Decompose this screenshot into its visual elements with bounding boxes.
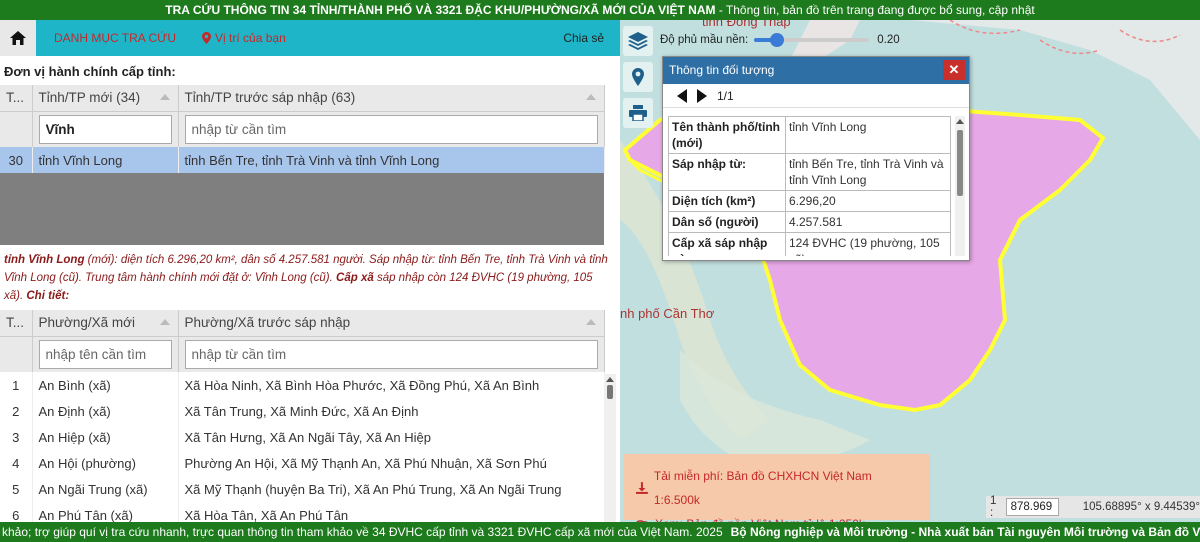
province-section-title: Đơn vị hành chính cấp tỉnh:: [4, 64, 176, 79]
column-header-old-commune[interactable]: Phường/Xã trước sáp nhập: [178, 310, 605, 337]
footer-credit: Bộ Nông nghiệp và Môi trường - Nhà xuất …: [730, 525, 1200, 539]
opacity-control: Độ phủ mầu nền: 0.20: [660, 30, 910, 50]
map-label-can-tho: nh phố Cần Thơ: [620, 306, 715, 321]
table-row[interactable]: 5 An Ngãi Trung (xã) Xã Mỹ Thạnh (huyện Ba…: [0, 476, 605, 502]
popup-title: Thông tin đối tượng: [669, 63, 775, 77]
popup-pager: 1/1: [663, 84, 969, 108]
next-arrow-icon[interactable]: [697, 88, 707, 103]
province-table: T... Tỉnh/TP mới (34) Tỉnh/TP trước sáp …: [0, 85, 605, 173]
sort-icon: [585, 94, 596, 100]
popup-scrollbar[interactable]: [955, 116, 965, 256]
row-new-province: tỉnh Vĩnh Long: [32, 147, 179, 173]
province-table-header: T... Tỉnh/TP mới (34) Tỉnh/TP trước sáp …: [0, 85, 605, 112]
prev-arrow-icon[interactable]: [677, 88, 687, 103]
old-commune-filter-input[interactable]: [184, 339, 598, 369]
popup-page-indicator: 1/1: [717, 88, 734, 103]
close-button[interactable]: ✕: [943, 60, 965, 80]
opacity-slider[interactable]: [754, 33, 870, 47]
scale-prefix: 1 :: [990, 495, 997, 519]
column-header-old-province[interactable]: Tỉnh/TP trước sáp nhập (63): [178, 85, 605, 112]
page-footer: khảo; trợ giúp quí vị tra cứu nhanh, trự…: [0, 522, 1200, 542]
map-pin-icon: [202, 32, 212, 44]
new-commune-filter-input[interactable]: [38, 339, 172, 369]
sort-icon: [585, 319, 596, 325]
opacity-value: 0.20: [877, 34, 900, 46]
table-row[interactable]: 3 An Hiệp (xã) Xã Tân Hưng, Xã An Ngãi Tây…: [0, 424, 605, 450]
column-header-new-province[interactable]: Tỉnh/TP mới (34): [32, 85, 179, 112]
sort-icon: [159, 94, 170, 100]
layers-icon: [628, 32, 648, 50]
attribute-row: Diện tích (km²) 6.296,20: [668, 190, 951, 212]
download-link[interactable]: Tải miễn phí: Bản đồ CHXHCN Việt Nam 1:6…: [636, 464, 918, 512]
page-header: TRA CỨU THÔNG TIN 34 TỈNH/THÀNH PHỐ VÀ 3…: [0, 0, 1200, 20]
layers-button[interactable]: [623, 26, 653, 56]
coordinates-readout: 105.68895° x 9.44539°: [1082, 501, 1200, 513]
province-description: tỉnh Vĩnh Long (mới): diện tích 6.296,20…: [4, 254, 608, 302]
locate-button[interactable]: [623, 62, 653, 92]
table-row[interactable]: 2 An Định (xã) Xã Tân Trung, Xã Minh Đức, …: [0, 398, 605, 424]
attribute-row: Cấp xã sáp nhập còn:124 ĐVHC (19 phường,…: [668, 232, 951, 256]
attribute-row: Dân số (người) 4.257.581: [668, 211, 951, 233]
detail-link[interactable]: Chi tiết: [26, 290, 65, 302]
popup-header: Thông tin đối tượng ✕: [663, 57, 969, 84]
download-icon: [636, 482, 648, 494]
table-row[interactable]: 6 An Phú Tân (xã) Xã Hòa Tân, Xã An Phú Tâ…: [0, 502, 605, 522]
table-row[interactable]: 4 An Hội (phường) Phường An Hội, Xã Mỹ Thạ…: [0, 450, 605, 476]
map-marker-icon: [632, 68, 644, 86]
header-subtitle: - Thông tin, bản đồ trên trang đang được…: [715, 3, 1035, 17]
description-name: tỉnh Vĩnh Long: [4, 254, 85, 266]
row-old-province: tỉnh Bến Tre, tỉnh Trà Vinh và tỉnh Vĩnh…: [178, 147, 605, 173]
view-map-link[interactable]: Xem: Bản đồ nền Việt Nam tỷ lệ 1:250k: [636, 512, 918, 522]
opacity-label: Độ phủ mầu nền:: [660, 34, 749, 46]
map-panel[interactable]: Độ phủ mầu nền: 0.20 tỉnh Đồng Tháp nh p…: [620, 20, 1200, 522]
province-filter-row: [0, 111, 605, 147]
column-header-stt[interactable]: T...: [0, 85, 33, 112]
location-label: Vị trí của bạn: [215, 31, 286, 45]
description-commune-label: Cấp xã: [336, 272, 374, 284]
header-title: TRA CỨU THÔNG TIN 34 TỈNH/THÀNH PHỐ VÀ 3…: [165, 3, 716, 17]
sort-icon: [159, 319, 170, 325]
opacity-slider-handle[interactable]: [770, 33, 785, 47]
old-province-filter-input[interactable]: [184, 114, 598, 144]
share-link[interactable]: Chia sẻ: [563, 31, 604, 45]
commune-table-scrollbar[interactable]: [604, 374, 616, 522]
commune-table: T... Phường/Xã mới Phường/Xã trước sáp n…: [0, 310, 605, 522]
feature-info-popup: Thông tin đối tượng ✕ 1/1 Tên thành phố/…: [662, 56, 970, 261]
print-button[interactable]: [623, 98, 653, 128]
map-label-dong-thap: tỉnh Đồng Tháp: [702, 20, 791, 29]
map-toolbar: [623, 26, 653, 134]
table-empty-area: [0, 173, 604, 245]
download-box: Tải miễn phí: Bản đồ CHXHCN Việt Nam 1:6…: [624, 454, 930, 522]
location-link[interactable]: Vị trí của bạn: [202, 31, 286, 45]
table-row[interactable]: 30 tỉnh Vĩnh Long tỉnh Bến Tre, tỉnh Trà…: [0, 147, 605, 173]
attribute-row: Tên thành phố/tỉnh (mới) tỉnh Vĩnh Long: [668, 116, 951, 154]
new-province-filter-input[interactable]: [38, 114, 172, 144]
popup-attribute-table: Tên thành phố/tỉnh (mới) tỉnh Vĩnh Long S…: [668, 116, 951, 256]
left-panel: DANH MỤC TRA CỨU Vị trí của bạn Chia sẻ …: [0, 20, 620, 522]
column-header-stt[interactable]: T...: [0, 310, 33, 337]
menu-link[interactable]: DANH MỤC TRA CỨU: [54, 31, 176, 45]
commune-filter-row: [0, 336, 605, 372]
footer-text: khảo; trợ giúp quí vị tra cứu nhanh, trự…: [2, 525, 723, 539]
column-header-new-commune[interactable]: Phường/Xã mới: [32, 310, 179, 337]
row-stt: 30: [0, 147, 33, 173]
commune-table-header: T... Phường/Xã mới Phường/Xã trước sáp n…: [0, 310, 605, 337]
attribute-row: Sáp nhập từ: tỉnh Bến Tre, tỉnh Trà Vinh …: [668, 153, 951, 191]
scale-input[interactable]: 878.969: [1005, 498, 1059, 516]
table-row[interactable]: 1 An Bình (xã) Xã Hòa Ninh, Xã Bình Hòa Ph…: [0, 372, 605, 398]
home-button[interactable]: [0, 20, 36, 56]
scale-bar: 1 : 878.969 105.68895° x 9.44539°: [986, 495, 1200, 519]
nav-bar: DANH MỤC TRA CỨU Vị trí của bạn Chia sẻ: [0, 20, 620, 56]
home-icon: [10, 31, 26, 45]
print-icon: [629, 105, 647, 121]
